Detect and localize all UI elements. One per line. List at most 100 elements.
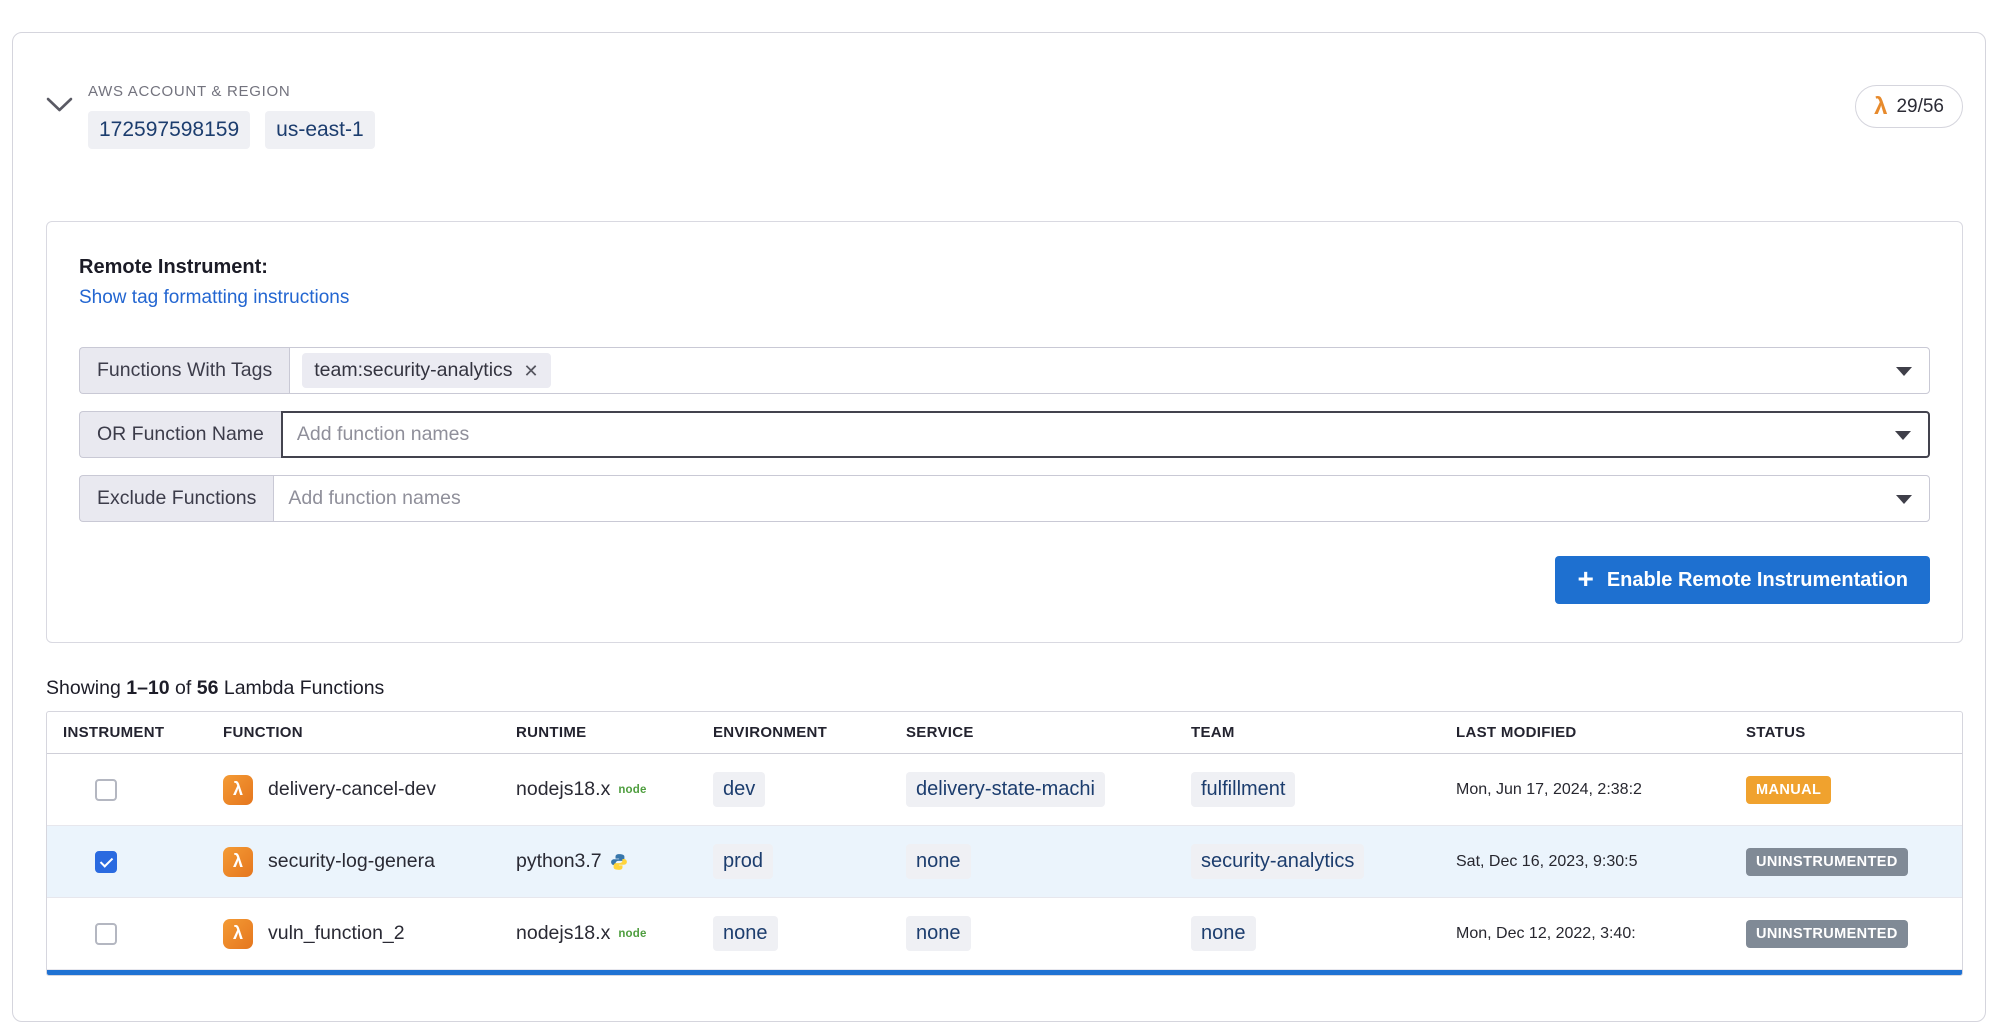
tag-chip: team:security-analytics ✕ — [302, 353, 550, 388]
function-cell: λ vuln_function_2 — [207, 919, 500, 949]
region-badge: us-east-1 — [265, 111, 375, 149]
filter-row-exclude: Exclude Functions — [79, 475, 1930, 522]
aws-lambda-icon: λ — [223, 919, 253, 949]
enable-remote-instrumentation-button[interactable]: + Enable Remote Instrumentation — [1555, 556, 1930, 604]
table-row[interactable]: λ security-log-genera python3.7 prod non… — [47, 826, 1962, 898]
team-cell: security-analytics — [1175, 844, 1440, 879]
function-cell: λ delivery-cancel-dev — [207, 775, 500, 805]
instrument-checkbox[interactable] — [95, 923, 117, 945]
tag-remove-icon[interactable]: ✕ — [524, 362, 539, 380]
service-badge: none — [906, 844, 971, 879]
service-cell: none — [890, 844, 1175, 879]
col-status: STATUS — [1730, 724, 1962, 741]
next-row-highlight — [47, 970, 1962, 975]
runtime-cell: nodejs18.x node — [500, 778, 697, 801]
exclude-functions-label: Exclude Functions — [79, 475, 273, 522]
col-runtime: RUNTIME — [500, 724, 697, 741]
summary-total: 56 — [197, 677, 219, 699]
runtime-value: nodejs18.x — [516, 922, 610, 945]
chevron-down-icon[interactable] — [46, 97, 88, 118]
lambda-count: 29/56 — [1896, 96, 1944, 118]
environment-cell: prod — [697, 844, 890, 879]
dropdown-caret-icon[interactable] — [1896, 495, 1912, 504]
enable-button-label: Enable Remote Instrumentation — [1607, 569, 1908, 592]
service-badge: delivery-state-machi — [906, 772, 1105, 807]
function-name-text-input[interactable] — [295, 422, 1880, 447]
table-row[interactable]: λ vuln_function_2 nodejs18.x node none n… — [47, 898, 1962, 970]
environment-badge: prod — [713, 844, 773, 879]
lambda-count-pill: λ 29/56 — [1855, 85, 1963, 128]
function-name: vuln_function_2 — [268, 922, 405, 945]
instrument-checkbox[interactable] — [95, 851, 117, 873]
results-summary: Showing 1–10 of 56 Lambda Functions — [46, 677, 1963, 699]
table-header-row: INSTRUMENT FUNCTION RUNTIME ENVIRONMENT … — [47, 712, 1962, 754]
functions-with-tags-input[interactable]: team:security-analytics ✕ — [289, 347, 1930, 394]
team-badge: fulfillment — [1191, 772, 1295, 807]
instrument-checkbox[interactable] — [95, 779, 117, 801]
team-cell: none — [1175, 916, 1440, 951]
lambda-functions-table: INSTRUMENT FUNCTION RUNTIME ENVIRONMENT … — [46, 711, 1963, 976]
tag-chip-label: team:security-analytics — [314, 359, 512, 382]
python-icon — [610, 853, 628, 871]
account-info: AWS ACCOUNT & REGION 172597598159 us-eas… — [88, 83, 1855, 149]
filter-row-tags: Functions With Tags team:security-analyt… — [79, 347, 1930, 394]
or-function-name-label: OR Function Name — [79, 411, 281, 458]
aws-lambda-icon: λ — [223, 775, 253, 805]
team-cell: fulfillment — [1175, 772, 1440, 807]
status-cell: UNINSTRUMENTED — [1730, 920, 1962, 948]
col-last-modified: LAST MODIFIED — [1440, 724, 1730, 741]
summary-of: of — [175, 677, 191, 699]
summary-range: 1–10 — [126, 677, 169, 699]
service-cell: none — [890, 916, 1175, 951]
panel-title: Remote Instrument: — [79, 256, 1930, 279]
tag-formatting-link[interactable]: Show tag formatting instructions — [79, 287, 349, 309]
table-row[interactable]: λ delivery-cancel-dev nodejs18.x node de… — [47, 754, 1962, 826]
environment-badge: dev — [713, 772, 765, 807]
function-name: delivery-cancel-dev — [268, 778, 436, 801]
dropdown-caret-icon[interactable] — [1896, 367, 1912, 376]
last-modified-cell: Sat, Dec 16, 2023, 9:30:5 — [1440, 853, 1730, 871]
function-name-input[interactable] — [281, 411, 1930, 458]
filter-row-function-name: OR Function Name — [79, 411, 1930, 458]
last-modified-cell: Mon, Jun 17, 2024, 2:38:2 — [1440, 781, 1730, 799]
aws-lambda-icon: λ — [223, 847, 253, 877]
status-badge: MANUAL — [1746, 776, 1831, 804]
environment-badge: none — [713, 916, 778, 951]
function-cell: λ security-log-genera — [207, 847, 500, 877]
plus-icon: + — [1577, 565, 1593, 593]
col-service: SERVICE — [890, 724, 1175, 741]
status-badge: UNINSTRUMENTED — [1746, 848, 1908, 876]
exclude-text-input[interactable] — [286, 486, 1881, 511]
instrument-cell — [47, 851, 207, 873]
account-id-badge: 172597598159 — [88, 111, 250, 149]
nodejs-icon: node — [618, 784, 646, 796]
col-environment: ENVIRONMENT — [697, 724, 890, 741]
dropdown-caret-icon[interactable] — [1895, 431, 1911, 440]
col-instrument: INSTRUMENT — [47, 724, 207, 741]
team-badge: security-analytics — [1191, 844, 1364, 879]
col-function: FUNCTION — [207, 724, 500, 741]
status-cell: MANUAL — [1730, 776, 1962, 804]
status-cell: UNINSTRUMENTED — [1730, 848, 1962, 876]
col-team: TEAM — [1175, 724, 1440, 741]
runtime-cell: python3.7 — [500, 850, 697, 873]
service-cell: delivery-state-machi — [890, 772, 1175, 807]
runtime-value: nodejs18.x — [516, 778, 610, 801]
summary-suffix: Lambda Functions — [224, 677, 384, 699]
account-badges: 172597598159 us-east-1 — [88, 111, 1855, 149]
tags-text-input[interactable] — [560, 358, 1881, 383]
last-modified-cell: Mon, Dec 12, 2022, 3:40: — [1440, 925, 1730, 943]
instrument-cell — [47, 923, 207, 945]
aws-lambda-icon: λ — [1874, 95, 1887, 119]
nodejs-icon: node — [618, 928, 646, 940]
panel-actions: + Enable Remote Instrumentation — [79, 556, 1930, 604]
exclude-functions-input[interactable] — [273, 475, 1930, 522]
environment-cell: none — [697, 916, 890, 951]
runtime-value: python3.7 — [516, 850, 602, 873]
remote-instrument-panel: Remote Instrument: Show tag formatting i… — [46, 221, 1963, 643]
functions-with-tags-label: Functions With Tags — [79, 347, 289, 394]
team-badge: none — [1191, 916, 1256, 951]
runtime-cell: nodejs18.x node — [500, 922, 697, 945]
environment-cell: dev — [697, 772, 890, 807]
service-badge: none — [906, 916, 971, 951]
